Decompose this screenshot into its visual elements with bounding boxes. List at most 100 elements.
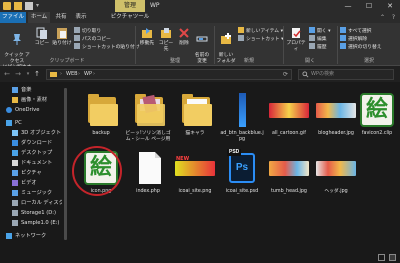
open-button[interactable]: 開く ▾: [309, 27, 331, 35]
folder-icon: [81, 90, 121, 130]
sidebar-item-pc[interactable]: PC: [0, 118, 62, 128]
file-name: ビーッ!ソリン消しゴム・シール ページ用: [125, 131, 171, 142]
pc-icon: [6, 120, 12, 126]
sidebar-item-drive-e[interactable]: Sample1.0 (E:): [0, 218, 62, 228]
minimize-button[interactable]: —: [338, 0, 358, 12]
sidebar-item-label: デスクトップ: [21, 150, 53, 156]
up-button[interactable]: ↑: [32, 69, 42, 79]
select-all-icon: [340, 27, 346, 33]
file-item[interactable]: ビーッ!ソリン消しゴム・シール ページ用: [125, 88, 171, 146]
large-icons-view-icon[interactable]: [389, 254, 396, 261]
network-icon: [6, 233, 12, 239]
sidebar-item-drive-d[interactable]: Storage1 (D:): [0, 208, 62, 218]
edit-button[interactable]: 編集: [309, 35, 327, 43]
sidebar-scrollbar[interactable]: [64, 88, 67, 240]
select-all-button[interactable]: すべて選択: [340, 27, 371, 35]
breadcrumb-separator[interactable]: ›: [60, 70, 62, 79]
delete-button[interactable]: 削除: [176, 26, 192, 47]
folder-icon[interactable]: [3, 2, 11, 10]
file-name: blogheader.jpg: [318, 131, 354, 136]
manage-context-tab[interactable]: 管理: [115, 0, 145, 12]
move-to-button[interactable]: 移動先: [138, 26, 156, 47]
file-item[interactable]: ヘッダ.jpg: [313, 146, 359, 204]
properties-quick-icon[interactable]: [14, 2, 22, 10]
file-item[interactable]: PSD Ps icoai_site.psd: [219, 146, 265, 204]
collapse-ribbon-icon[interactable]: ⌃: [378, 13, 387, 22]
file-name: all_cartoon.gif: [272, 131, 306, 136]
tab-home[interactable]: ホーム: [28, 12, 50, 23]
sidebar-item-drive-c[interactable]: ローカル ディスク (C:): [0, 198, 62, 208]
sidebar-item-desktop[interactable]: デスクトップ: [0, 148, 62, 158]
file-item[interactable]: NEW icoai_site.png: [172, 146, 218, 204]
sidebar-item-documents[interactable]: ドキュメント: [0, 158, 62, 168]
file-item[interactable]: blogheader.jpg: [313, 88, 359, 146]
sidebar-item-label: PC: [15, 120, 22, 126]
customize-quick-access-icon[interactable]: ▾: [36, 3, 42, 9]
paste-shortcut-button[interactable]: ショートカットの貼り付け: [74, 43, 140, 51]
help-icon[interactable]: ?: [389, 13, 398, 22]
image-thumbnail: [316, 90, 356, 130]
forward-button[interactable]: →: [13, 69, 23, 79]
search-icon: [302, 71, 309, 78]
cut-button[interactable]: 切り取り: [74, 27, 101, 35]
history-button[interactable]: 履歴: [309, 43, 327, 51]
breadcrumb-wp[interactable]: WP: [84, 70, 92, 79]
tab-share[interactable]: 共有: [52, 12, 70, 23]
tab-view[interactable]: 表示: [72, 12, 90, 23]
shortcut-button[interactable]: ショートカット ▾: [238, 35, 284, 43]
details-view-icon[interactable]: [378, 254, 385, 261]
maximize-button[interactable]: ☐: [359, 0, 379, 12]
breadcrumb-separator[interactable]: ›: [93, 70, 95, 79]
sidebar-item-images[interactable]: 画像・素材: [0, 95, 62, 105]
file-name: index.php: [136, 189, 160, 194]
select-none-button[interactable]: 選択解除: [340, 35, 367, 43]
sidebar-item-label: 画像・素材: [21, 97, 47, 103]
file-name: 猫キャラ: [185, 131, 205, 136]
back-button[interactable]: ←: [2, 69, 12, 79]
copy-path-button[interactable]: パスのコピー: [74, 35, 111, 43]
navigation-pane: 音楽 画像・素材 OneDrive PC 3D オブジェクト ダウンロード デス…: [0, 82, 62, 252]
sidebar-item-label: OneDrive: [15, 107, 40, 113]
file-name: backup: [92, 131, 110, 136]
copy-to-button[interactable]: コピー先: [157, 26, 175, 53]
copy-button[interactable]: コピー: [33, 26, 51, 47]
paste-button[interactable]: 貼り付け: [52, 26, 72, 47]
breadcrumb-web[interactable]: WEB: [66, 70, 78, 79]
sidebar-item-network[interactable]: ネットワーク: [0, 231, 62, 241]
file-item[interactable]: index.php: [125, 146, 171, 204]
refresh-icon[interactable]: ⟳: [281, 70, 290, 79]
close-button[interactable]: ✕: [380, 0, 400, 12]
file-item[interactable]: tumb_head.jpg: [266, 146, 312, 204]
file-item[interactable]: all_cartoon.gif: [266, 88, 312, 146]
file-item[interactable]: ad_btn_backblue.jpg: [219, 88, 265, 146]
sidebar-item-downloads[interactable]: ダウンロード: [0, 138, 62, 148]
invert-selection-button[interactable]: 選択の切り替え: [340, 43, 382, 51]
search-input[interactable]: WPの検索: [298, 69, 394, 80]
address-bar[interactable]: › WEB › WP › ⟳: [46, 69, 292, 80]
ribbon-tabs: ファイル ホーム 共有 表示 ピクチャツール ⌃ ?: [0, 12, 400, 70]
file-item[interactable]: backup: [78, 88, 124, 146]
file-name: tumb_head.jpg: [271, 189, 307, 194]
status-bar: [0, 252, 400, 263]
image-thumbnail: [222, 90, 262, 130]
sidebar-item-music-library[interactable]: ミュージック: [0, 188, 62, 198]
breadcrumb-separator[interactable]: ›: [78, 70, 80, 79]
copy-to-icon: [161, 28, 171, 38]
file-name: icoai_site.psd: [225, 189, 259, 194]
drive-icon: [12, 210, 18, 216]
rename-icon: [196, 36, 208, 42]
sidebar-item-label: ピクチャ: [21, 170, 42, 176]
new-item-button[interactable]: 新しいアイテム ▾: [238, 27, 283, 35]
sidebar-item-videos[interactable]: ビデオ: [0, 178, 62, 188]
sidebar-item-3d-objects[interactable]: 3D オブジェクト: [0, 128, 62, 138]
new-folder-quick-icon[interactable]: [25, 2, 33, 10]
file-item[interactable]: 猫キャラ: [172, 88, 218, 146]
properties-button[interactable]: プロパティ: [285, 26, 307, 53]
sidebar-item-pictures[interactable]: ピクチャ: [0, 168, 62, 178]
sidebar-item-music[interactable]: 音楽: [0, 85, 62, 95]
tab-picture-tools[interactable]: ピクチャツール: [110, 12, 150, 23]
properties-label: プロパティ: [286, 41, 306, 52]
sidebar-item-onedrive[interactable]: OneDrive: [0, 105, 62, 115]
history-label: 履歴: [317, 45, 327, 50]
file-item[interactable]: 絵 favicon2.clip: [354, 88, 400, 146]
